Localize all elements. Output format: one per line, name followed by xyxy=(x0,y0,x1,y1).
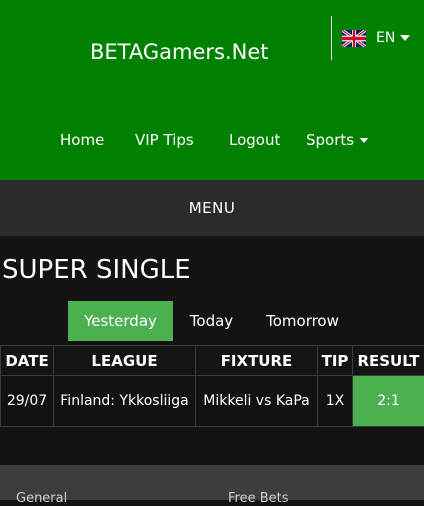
nav-vip-tips-link[interactable]: VIP Tips xyxy=(135,128,194,152)
day-tabs: Yesterday Today Tomorrow xyxy=(0,301,424,341)
tab-yesterday[interactable]: Yesterday xyxy=(68,301,173,341)
menu-label: MENU xyxy=(189,199,236,217)
site-brand-title[interactable]: BETAGamers.Net xyxy=(90,40,269,64)
cell-result: 2:1 xyxy=(353,376,424,427)
nav-sports-dropdown[interactable]: Sports xyxy=(306,128,369,152)
footer-strip: General Free Bets xyxy=(0,465,424,500)
menu-toggle-button[interactable]: MENU xyxy=(0,180,424,236)
main-nav: Home VIP Tips Logout Sports xyxy=(0,128,424,152)
cell-tip: 1X xyxy=(318,376,353,427)
tips-table: DATE LEAGUE FIXTURE TIP RESULT 29/07 Fin… xyxy=(0,345,424,427)
chevron-down-icon xyxy=(399,34,411,42)
nav-logout-link[interactable]: Logout xyxy=(229,128,280,152)
tab-tomorrow[interactable]: Tomorrow xyxy=(250,301,355,341)
footer-free-bets-heading: Free Bets xyxy=(228,491,289,506)
cell-fixture: Mikkeli vs KaPa xyxy=(196,376,318,427)
language-selector[interactable]: EN xyxy=(342,28,411,48)
cell-date: 29/07 xyxy=(1,376,54,427)
column-header-league: LEAGUE xyxy=(54,346,196,376)
column-header-result: RESULT xyxy=(353,346,424,376)
nav-home-link[interactable]: Home xyxy=(60,128,104,152)
table-row: 29/07 Finland: Ykkosliiga Mikkeli vs KaP… xyxy=(1,376,424,427)
nav-sports-label: Sports xyxy=(306,128,354,152)
tab-today[interactable]: Today xyxy=(173,301,250,341)
uk-flag-icon xyxy=(342,30,366,47)
language-code: EN xyxy=(376,30,395,46)
column-header-tip: TIP xyxy=(318,346,353,376)
footer-general-heading: General xyxy=(16,491,67,506)
section-title: SUPER SINGLE xyxy=(2,254,191,286)
column-header-fixture: FIXTURE xyxy=(196,346,318,376)
site-header: BETAGamers.Net EN Home VIP Tips Logout S… xyxy=(0,0,424,180)
table-header-row: DATE LEAGUE FIXTURE TIP RESULT xyxy=(1,346,424,376)
cell-league: Finland: Ykkosliiga xyxy=(54,376,196,427)
column-header-date: DATE xyxy=(1,346,54,376)
header-divider xyxy=(331,16,332,60)
chevron-down-icon xyxy=(359,137,369,144)
